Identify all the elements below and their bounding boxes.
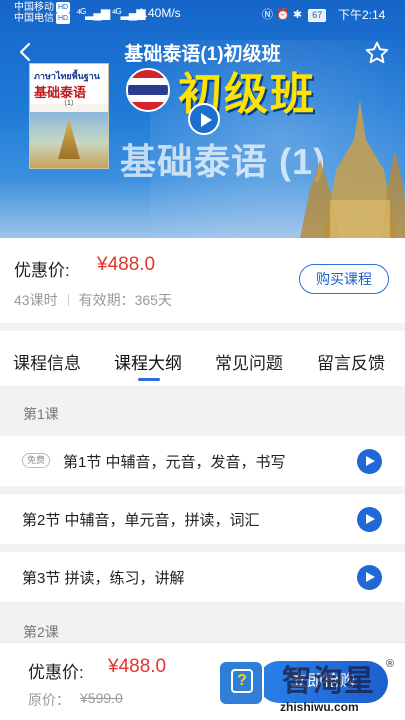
carrier-info: 中国移动 HD 中国电信 HD — [14, 2, 71, 24]
page-title: 基础泰语(1)初级班 — [124, 44, 281, 65]
discount-price: ¥488.0 — [97, 254, 156, 275]
nfc-icon: Ⓝ — [262, 9, 273, 21]
registered-mark: ® — [386, 658, 395, 670]
lesson-row[interactable]: 第3节 拼读，练习，讲解 — [0, 552, 405, 602]
watermark-brand: 智淘星 — [282, 665, 375, 698]
section-title: 第2课 — [23, 624, 59, 640]
watermark-logo-icon: ? — [218, 660, 264, 706]
hd-badge: HD — [56, 13, 71, 24]
bluetooth-icon: ✱ — [292, 9, 303, 21]
section-title: 第1课 — [23, 406, 59, 422]
section-header: 第1课 — [0, 390, 405, 436]
favorite-star-icon[interactable] — [364, 40, 390, 66]
system-icons: Ⓝ ⏰ ✱ 67 — [262, 6, 329, 22]
tab-course-outline[interactable]: 课程大纲 — [114, 349, 182, 374]
play-icon[interactable] — [357, 507, 382, 532]
status-bar: 中国移动 HD 中国电信 HD ⁴ᴳ▂▄▆ ⁴ᴳ▂▄▆ 1.40M/s Ⓝ ⏰ ✱ … — [0, 0, 405, 26]
divider — [67, 294, 69, 306]
bottom-discount-price: ¥488.0 — [108, 656, 167, 677]
battery-icon: 67 — [308, 9, 327, 22]
discount-price-label: 优惠价: — [14, 261, 70, 280]
validity-period: 有效期：365天 — [78, 292, 172, 308]
palace-illustration — [300, 100, 405, 238]
tab-course-info[interactable]: 课程信息 — [13, 349, 81, 374]
tab-faq[interactable]: 常见问题 — [215, 349, 283, 374]
tab-bar: 课程信息 课程大纲 常见问题 留言反馈 — [0, 331, 405, 386]
tab-feedback[interactable]: 留言反馈 — [317, 349, 385, 374]
lesson-title: 第1节 中辅音，元音，发音，书写 — [63, 454, 286, 471]
course-cover-banner: 中国移动 HD 中国电信 HD ⁴ᴳ▂▄▆ ⁴ᴳ▂▄▆ 1.40M/s Ⓝ ⏰ ✱ … — [0, 0, 405, 238]
lesson-title: 第3节 拼读，练习，讲解 — [22, 570, 185, 587]
carrier-2: 中国电信 — [14, 13, 54, 24]
price-card: 优惠价: ¥488.0 43课时 有效期：365天 购买课程 — [0, 238, 405, 323]
original-price-label: 原价： — [28, 692, 70, 708]
carrier-1: 中国移动 — [14, 2, 54, 13]
video-play-button[interactable] — [188, 103, 220, 135]
book-thai-title: ภาษาไทยพื้นฐาน — [34, 71, 100, 81]
site-watermark: ? 智淘星 ® zhishiwu.com — [210, 656, 405, 720]
book-volume: （1） — [60, 100, 78, 107]
bottom-discount-label: 优惠价: — [28, 663, 84, 682]
network-speed: 1.40M/s — [138, 6, 181, 20]
course-name-text: 基础泰语 (1) — [120, 141, 327, 182]
lesson-row[interactable]: 第2节 中辅音，单元音，拼读，词汇 — [0, 494, 405, 544]
play-icon[interactable] — [357, 449, 382, 474]
thai-flag-icon — [126, 68, 170, 112]
lesson-row[interactable]: 免费 第1节 中辅音，元音，发音，书写 — [0, 436, 405, 486]
lesson-title: 第2节 中辅音，单元音，拼读，词汇 — [22, 512, 260, 529]
original-price: ¥599.0 — [80, 690, 123, 706]
clock: 下午2:14 — [338, 8, 386, 22]
hd-badge: HD — [56, 2, 71, 13]
play-icon[interactable] — [357, 565, 382, 590]
alarm-icon: ⏰ — [276, 9, 290, 21]
buy-course-button[interactable]: 购买课程 — [299, 264, 389, 294]
free-badge: 免费 — [22, 453, 51, 468]
textbook-cover-image: ภาษาไทยพื้นฐาน 基础泰语 （1） — [29, 63, 109, 169]
signal-icon: ⁴ᴳ▂▄▆ ⁴ᴳ▂▄▆ — [76, 6, 145, 20]
active-tab-indicator — [138, 378, 160, 381]
watermark-url: zhishiwu.com — [280, 700, 359, 714]
course-meta: 43课时 有效期：365天 — [14, 290, 172, 310]
lesson-count: 43课时 — [14, 292, 58, 308]
